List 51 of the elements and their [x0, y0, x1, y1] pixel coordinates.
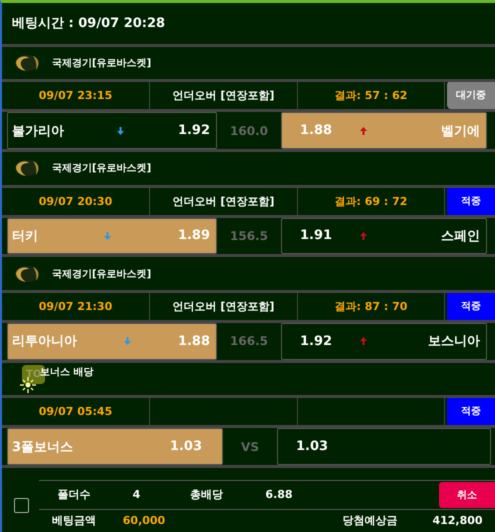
globe-icon: [12, 53, 42, 74]
total-odds: 6.88: [264, 488, 294, 502]
payout-label: 당첨예상금: [342, 513, 398, 528]
globe-icon: [12, 158, 42, 178]
cancel-button[interactable]: 취소: [439, 482, 495, 508]
fold-label: 폴더수: [56, 487, 92, 502]
match-time: 09/07 23:15: [38, 89, 112, 102]
match-result: 결과: 57 : 62: [334, 88, 408, 104]
league-name: 국제경기[유로바스켓]: [52, 268, 152, 281]
sparkle-icon: [20, 376, 36, 393]
market-name: 언더오버 [연장포함]: [172, 88, 274, 104]
arrow-down-icon: [104, 232, 112, 240]
arrow-up-icon: [360, 337, 368, 346]
stake-amount: 60,000: [122, 514, 166, 528]
league-name: 국제경기[유로바스켓]: [52, 57, 152, 70]
match-time: 09/07 21:30: [38, 300, 112, 314]
total-odds-label: 총배당: [189, 487, 224, 502]
away-pick[interactable]: 1.92 보스니아: [281, 322, 487, 360]
stake-label: 베팅금액: [51, 513, 97, 528]
market-name: 언더오버 [연장포함]: [172, 194, 274, 209]
fold-count: 4: [132, 488, 142, 502]
status-label: 적중: [447, 186, 495, 215]
bonus-title: 보너스 배당: [40, 366, 94, 380]
status-label: 적중: [447, 292, 495, 320]
home-pick[interactable]: 터키 1.89: [7, 218, 217, 254]
payout-amount: 412,800: [431, 514, 484, 528]
match-time: 09/07 20:30: [38, 194, 112, 208]
away-pick[interactable]: 1.88 벨기에: [281, 112, 487, 150]
versus-label: VS: [241, 440, 259, 454]
handicap-line: 160.0: [230, 124, 268, 138]
match-result: 결과: 87 : 70: [334, 299, 408, 314]
bonus-pick[interactable]: 3폴보너스 1.03: [7, 428, 223, 465]
handicap-line: 156.5: [230, 228, 268, 243]
status-label: 적중: [447, 397, 495, 426]
league-name: 국제경기[유로바스켓]: [52, 162, 152, 176]
bonus-pick[interactable]: 1.03: [277, 428, 491, 465]
globe-icon: [12, 264, 42, 284]
bet-time: 베팅시간 : 09/07 20:28: [12, 15, 166, 32]
arrow-up-icon: [360, 232, 368, 240]
arrow-down-icon: [124, 337, 131, 346]
arrow-down-icon: [117, 126, 124, 135]
market-name: 언더오버 [연장포함]: [172, 299, 274, 314]
away-pick[interactable]: 1.91 스페인: [281, 218, 487, 254]
home-pick[interactable]: 불가리아 1.92: [7, 112, 217, 150]
checkbox[interactable]: [14, 498, 29, 514]
match-time: 09/07 05:45: [38, 405, 112, 418]
arrow-up-icon: [360, 126, 368, 135]
handicap-line: 166.5: [230, 334, 268, 348]
match-result: 결과: 69 : 72: [334, 194, 408, 209]
home-pick[interactable]: 리투아니아 1.88: [7, 322, 217, 360]
status-label: 대기중: [447, 81, 495, 110]
